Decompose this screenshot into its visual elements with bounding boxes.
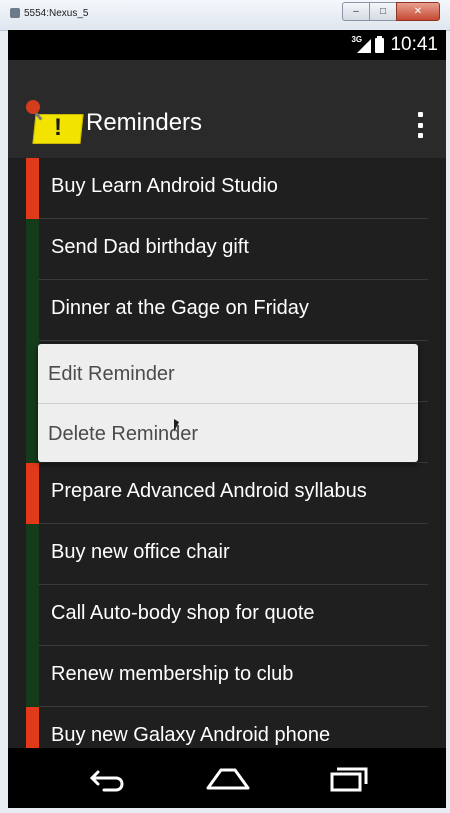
app-title: Reminders	[86, 109, 203, 136]
reminder-text: Buy new Galaxy Android phone	[51, 724, 331, 746]
reminders-list: Buy Learn Android Studio Send Dad birthd…	[8, 158, 446, 748]
delete-reminder-menu-item[interactable]: Delete Reminder	[38, 404, 418, 462]
close-icon: ✕	[413, 6, 423, 17]
back-button[interactable]	[84, 760, 134, 796]
importance-indicator	[26, 158, 39, 219]
list-item[interactable]: Prepare Advanced Android syllabus	[26, 463, 428, 524]
window-titlebar[interactable]: 5554:Nexus_5 – □ ✕	[0, 0, 450, 31]
emulator-window: 5554:Nexus_5 – □ ✕ 3G 10:41 ! Reminders …	[0, 0, 450, 813]
mouse-cursor-icon	[174, 419, 179, 432]
reminder-text: Buy new office chair	[51, 541, 230, 563]
recent-apps-icon	[330, 767, 368, 792]
reminder-text: Prepare Advanced Android syllabus	[51, 480, 367, 502]
list-item[interactable]: Send Dad birthday gift	[26, 219, 428, 280]
reminder-text: Dinner at the Gage on Friday	[51, 297, 309, 319]
list-item[interactable]: Buy Learn Android Studio	[26, 158, 428, 219]
more-vert-icon[interactable]	[418, 112, 424, 138]
reminder-text: Buy Learn Android Studio	[51, 175, 278, 197]
action-bar: ! Reminders	[8, 60, 446, 158]
maximize-icon: □	[379, 6, 387, 17]
home-button[interactable]	[203, 760, 253, 796]
minimize-icon: –	[353, 6, 359, 17]
reminder-text: Send Dad birthday gift	[51, 236, 249, 258]
signal-icon: 3G	[351, 35, 372, 53]
list-item[interactable]: Dinner at the Gage on Friday	[26, 280, 428, 341]
battery-icon	[375, 35, 385, 53]
window-controls: – □ ✕	[342, 2, 440, 21]
edit-reminder-label: Edit Reminder	[48, 363, 175, 385]
list-item[interactable]: Call Auto-body shop for quote	[26, 585, 428, 646]
importance-indicator	[26, 524, 39, 585]
importance-indicator	[26, 463, 39, 524]
home-icon	[206, 768, 250, 790]
edit-reminder-menu-item[interactable]: Edit Reminder	[38, 344, 418, 402]
sticky-note-pin-icon[interactable]: !	[26, 100, 84, 146]
reminder-text: Renew membership to club	[51, 663, 294, 685]
emulator-app-icon	[10, 8, 20, 18]
reminder-text: Call Auto-body shop for quote	[51, 602, 315, 624]
importance-indicator	[26, 219, 39, 280]
maximize-button[interactable]: □	[369, 2, 397, 21]
list-item[interactable]: Buy new office chair	[26, 524, 428, 585]
list-item[interactable]: Renew membership to club	[26, 646, 428, 707]
phone-screen: 3G 10:41 ! Reminders Buy Learn Android S…	[8, 30, 446, 808]
recent-apps-button[interactable]	[324, 760, 374, 796]
importance-indicator	[26, 585, 39, 646]
status-bar: 3G 10:41	[8, 30, 446, 60]
navigation-bar	[8, 748, 446, 808]
close-button[interactable]: ✕	[396, 2, 440, 21]
minimize-button[interactable]: –	[342, 2, 370, 21]
context-menu: Edit Reminder Delete Reminder	[38, 344, 418, 462]
back-icon	[89, 770, 124, 792]
list-item[interactable]: Buy new Galaxy Android phone	[26, 707, 428, 748]
window-title: 5554:Nexus_5	[24, 8, 89, 19]
importance-indicator	[26, 280, 39, 341]
status-time: 10:41	[390, 34, 438, 55]
importance-indicator	[26, 707, 39, 748]
importance-indicator	[26, 646, 39, 707]
status-icons: 3G 10:41	[351, 34, 438, 56]
